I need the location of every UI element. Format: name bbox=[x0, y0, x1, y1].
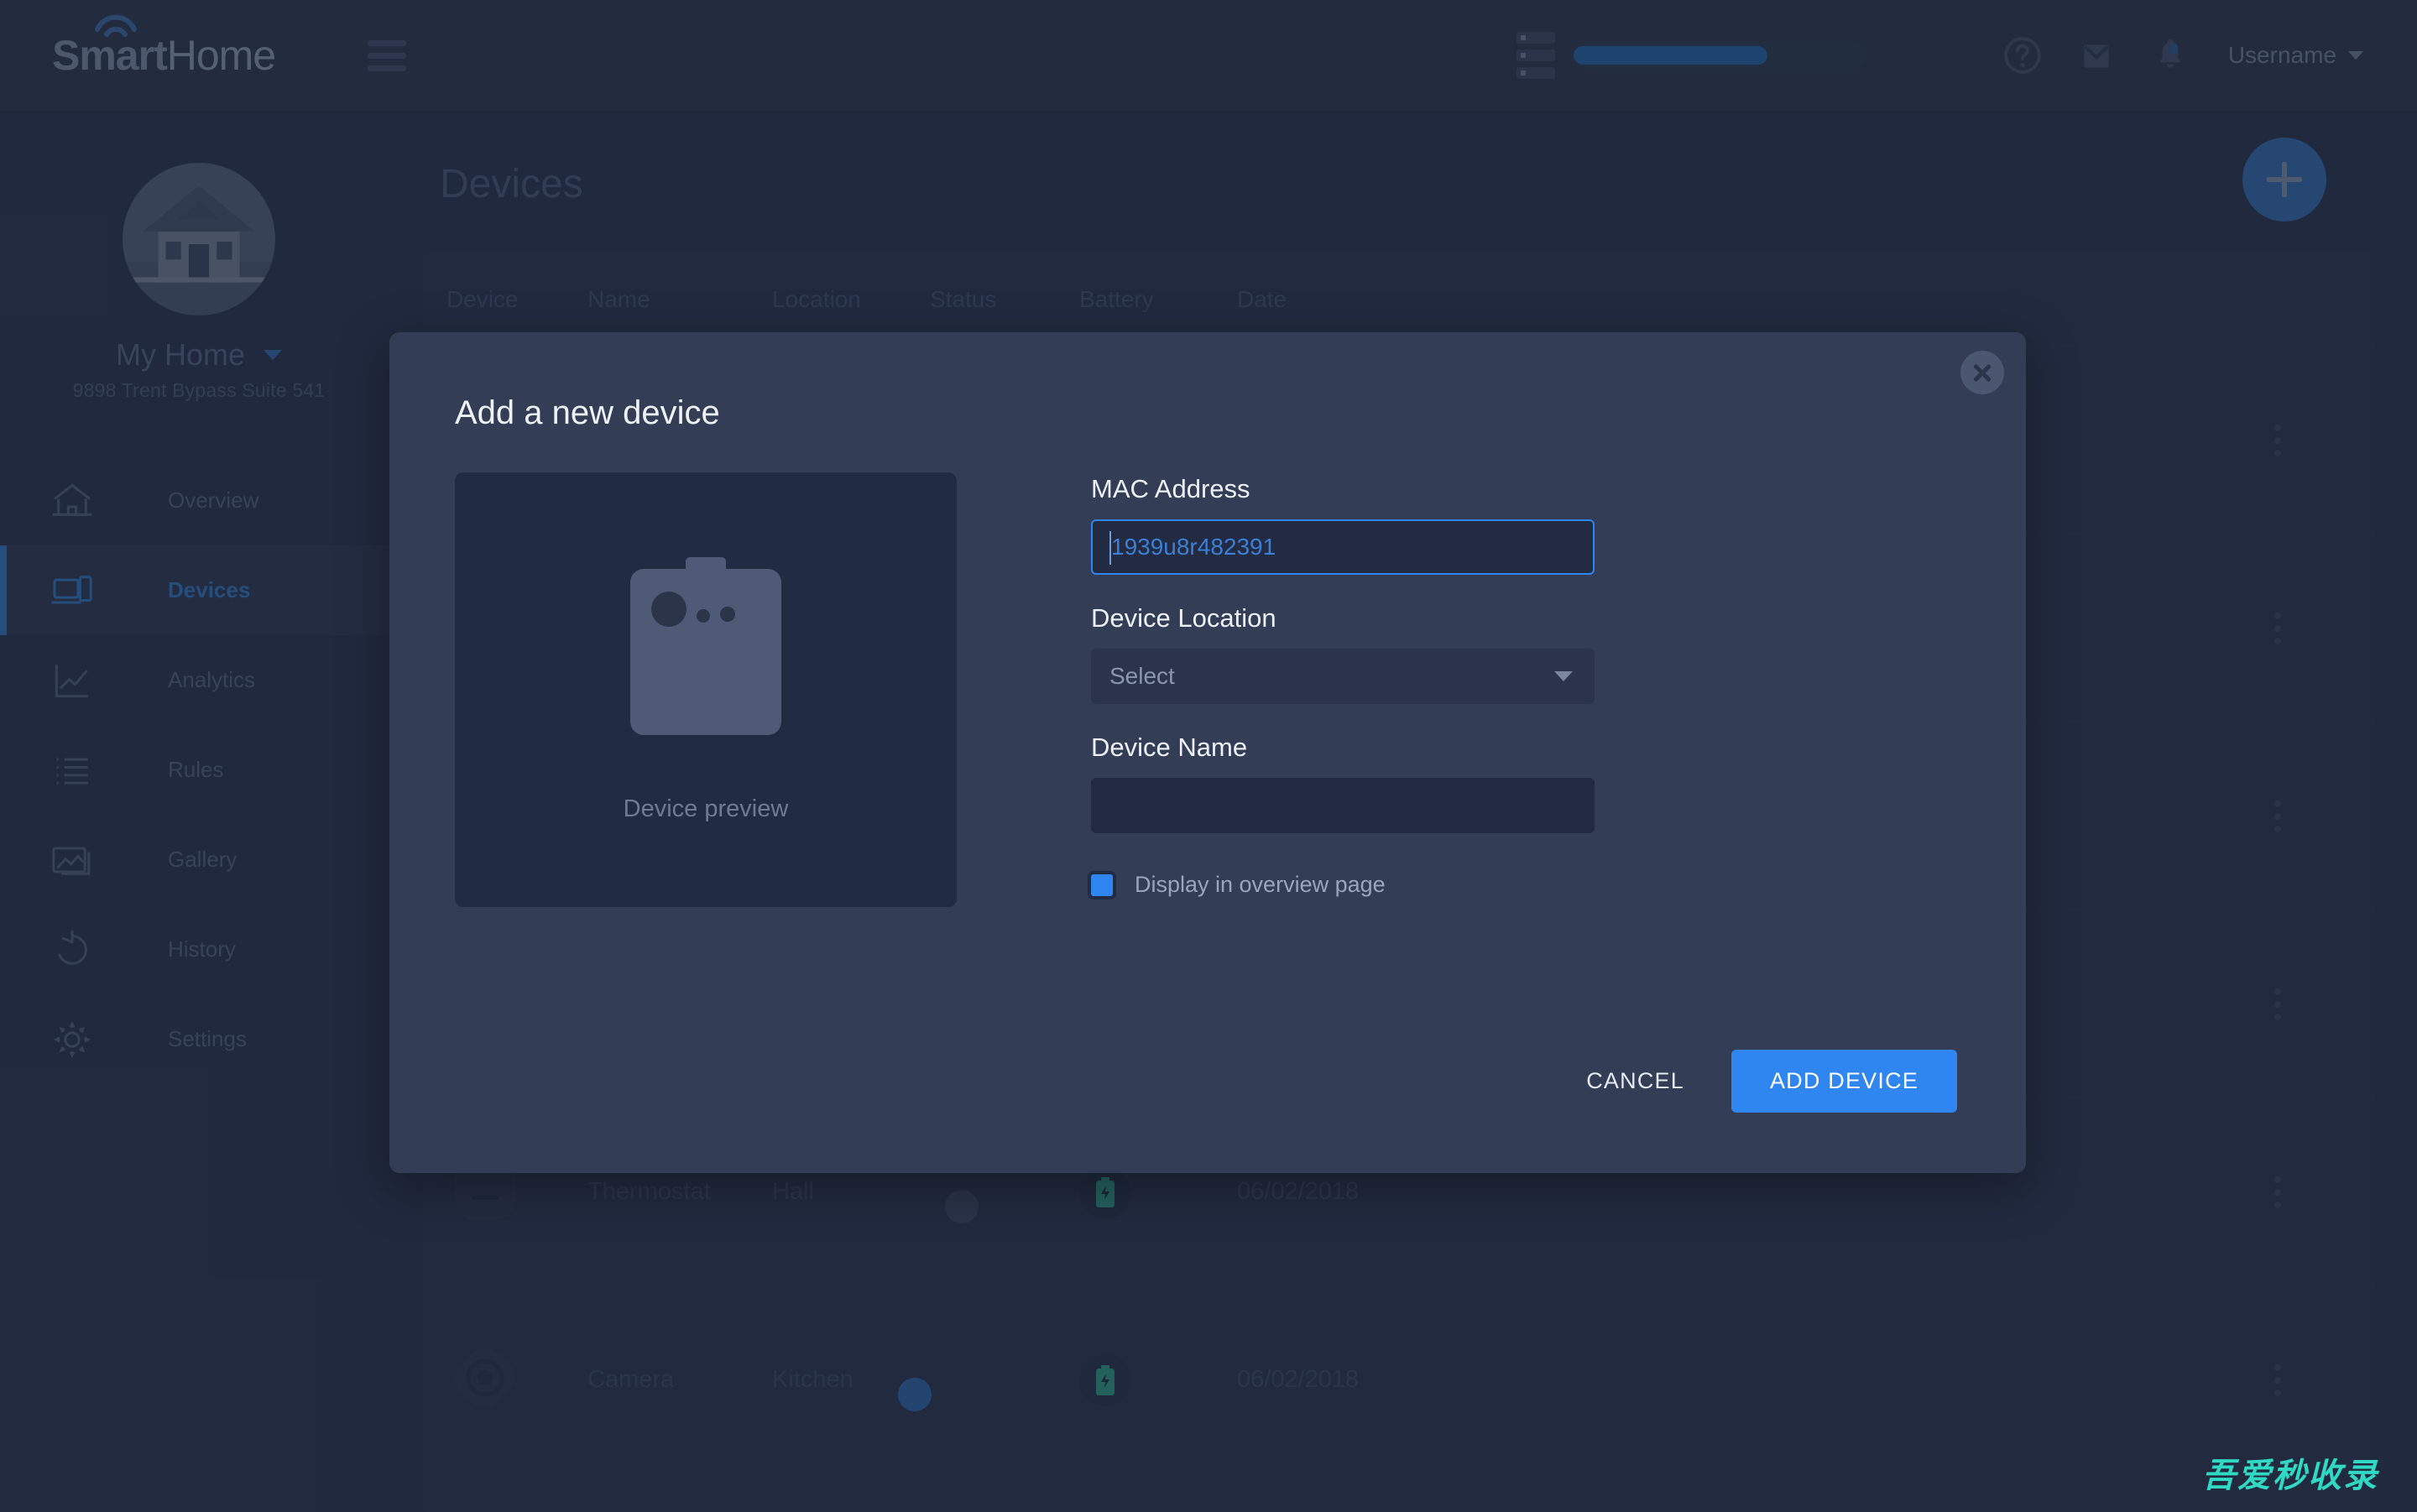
mac-address-input[interactable] bbox=[1091, 519, 1595, 575]
add-device-form: MAC Address Device Location Select Devi bbox=[1091, 472, 1611, 907]
modal-body: Device preview MAC Address Device Locati… bbox=[455, 472, 2026, 907]
device-name-label: Device Name bbox=[1091, 733, 1248, 762]
chevron-down-icon bbox=[1554, 671, 1573, 681]
device-name-input[interactable] bbox=[1091, 778, 1595, 833]
modal-actions: CANCEL ADD DEVICE bbox=[1563, 1050, 1957, 1113]
display-in-overview-checkbox-row[interactable]: Display in overview page bbox=[1091, 872, 1611, 898]
display-in-overview-label: Display in overview page bbox=[1135, 872, 1386, 897]
display-in-overview-checkbox[interactable] bbox=[1091, 873, 1113, 896]
mac-input-wrap bbox=[1091, 519, 1595, 575]
close-icon[interactable] bbox=[1960, 351, 2004, 394]
mac-address-label: MAC Address bbox=[1091, 474, 1250, 503]
device-location-value: Select bbox=[1109, 663, 1175, 689]
camera-device-illustration bbox=[630, 556, 781, 735]
add-device-modal: Add a new device Device preview MAC Addr… bbox=[389, 332, 2026, 1173]
device-preview-panel: Device preview bbox=[455, 472, 957, 907]
device-location-label: Device Location bbox=[1091, 603, 1276, 633]
watermark: 吾爱秒收录 bbox=[2202, 1457, 2378, 1495]
device-preview-label: Device preview bbox=[623, 795, 789, 822]
modal-title: Add a new device bbox=[455, 394, 720, 431]
cancel-button[interactable]: CANCEL bbox=[1563, 1051, 1708, 1111]
device-location-select[interactable]: Select bbox=[1091, 649, 1595, 704]
mac-address-row bbox=[1091, 519, 1611, 575]
text-cursor bbox=[1109, 531, 1111, 565]
add-device-button[interactable]: ADD DEVICE bbox=[1731, 1050, 1957, 1113]
